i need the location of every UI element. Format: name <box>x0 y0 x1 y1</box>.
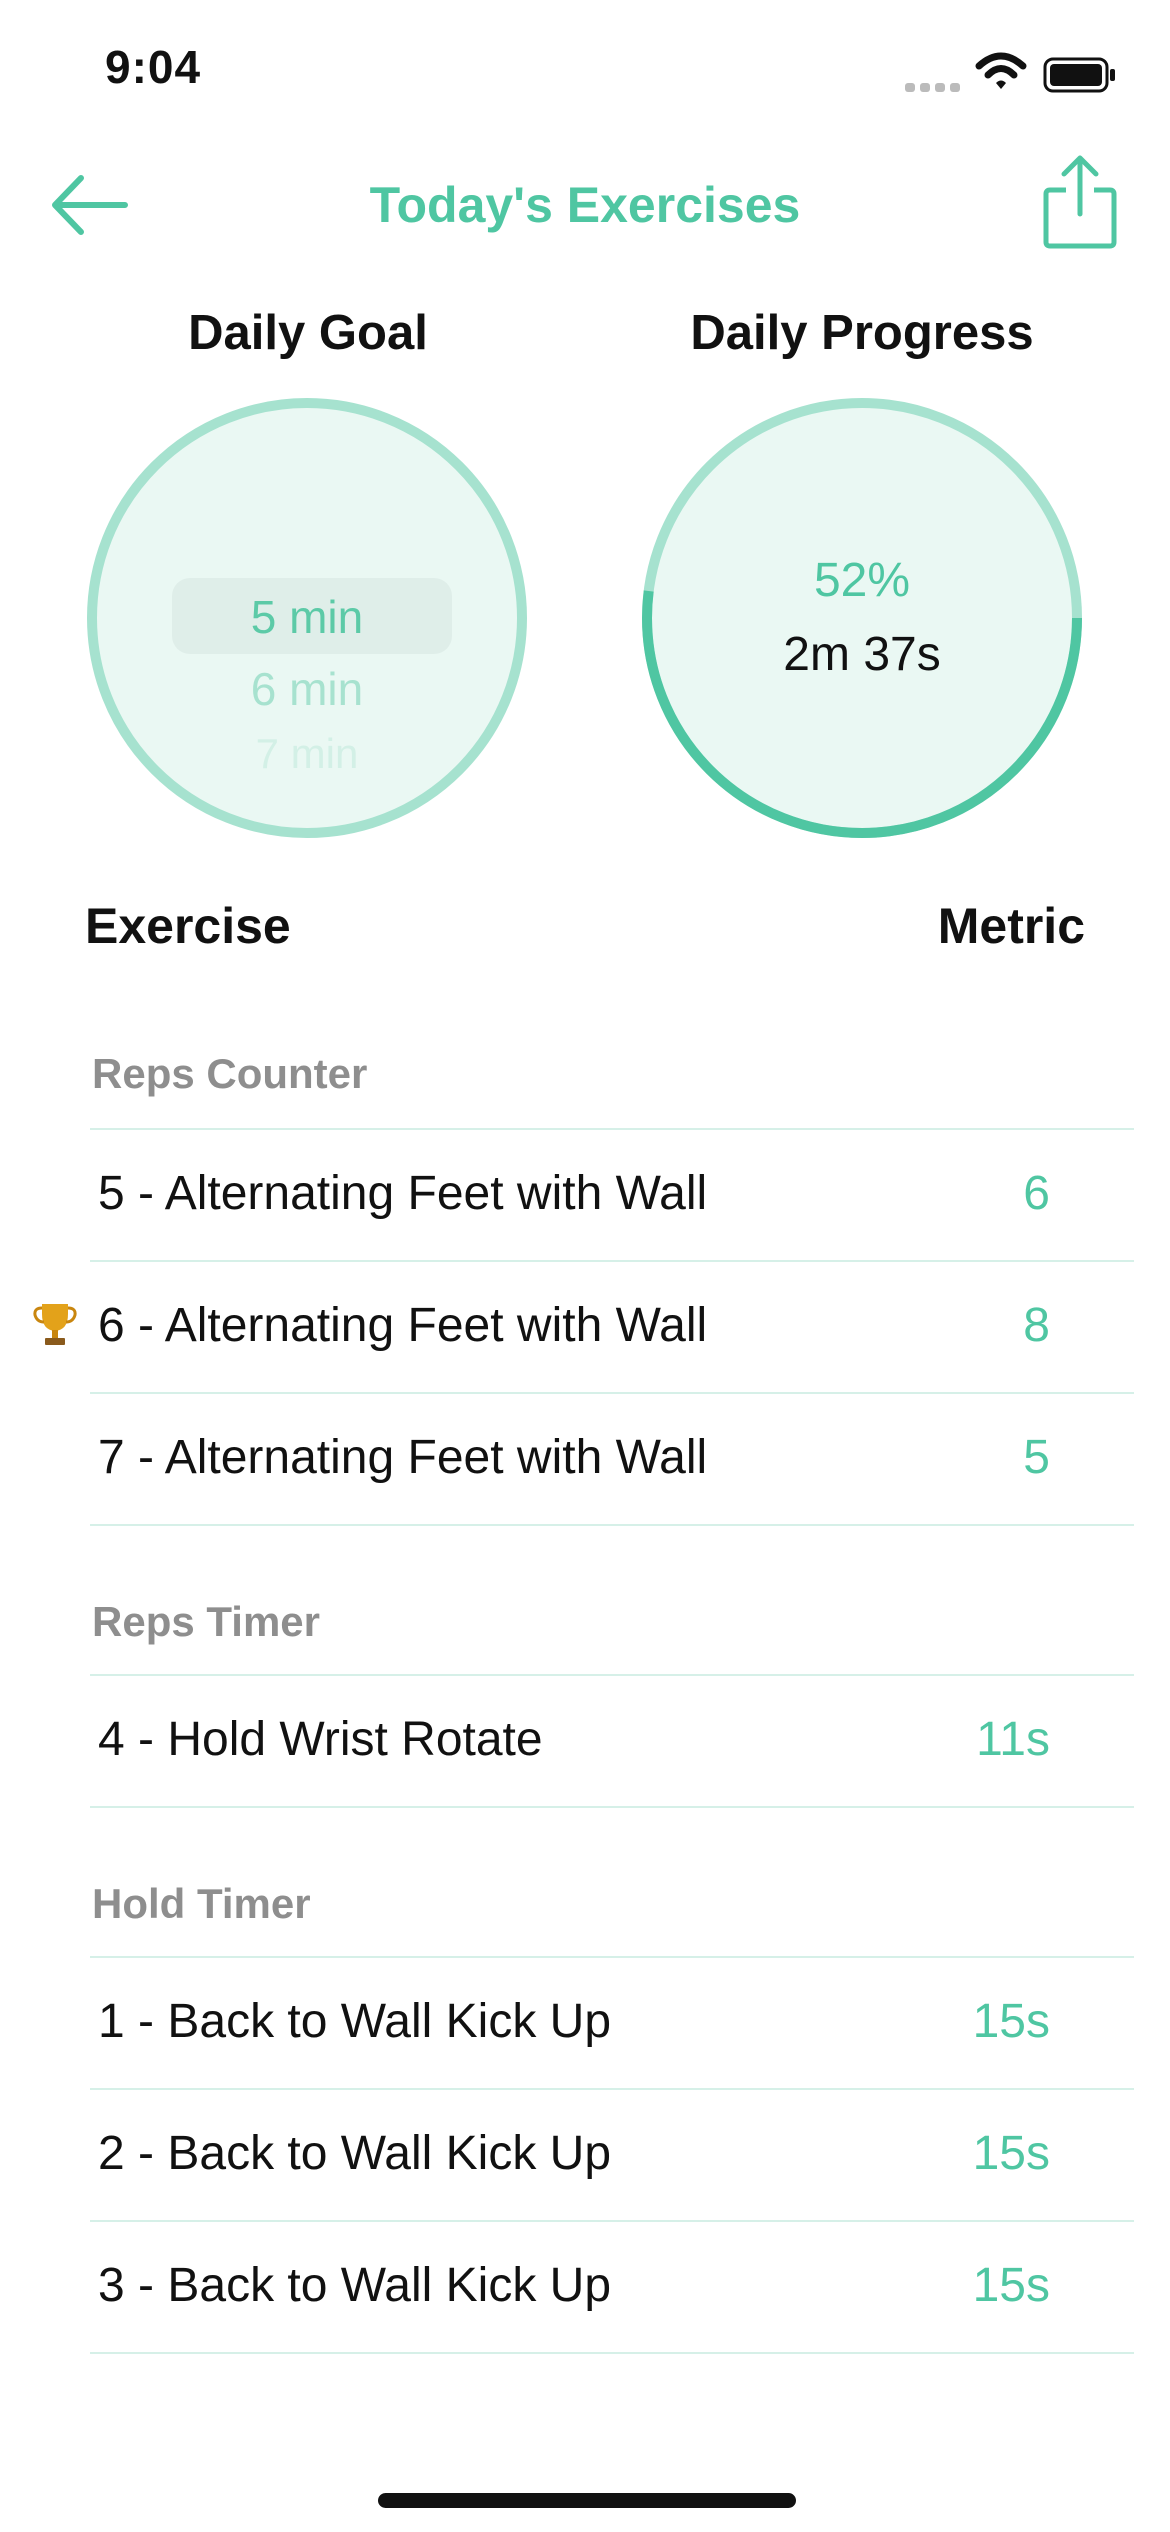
exercise-name: 1 - Back to Wall Kick Up <box>98 1995 612 2048</box>
exercise-name: 7 - Alternating Feet with Wall <box>98 1431 708 1484</box>
page-title: Today's Exercises <box>369 177 801 233</box>
exercise-metric: 6 <box>1023 1167 1050 1220</box>
signal-icon <box>905 83 960 92</box>
exercise-row[interactable]: 1 - Back to Wall Kick Up 15s <box>0 1958 1170 2090</box>
share-button[interactable] <box>1040 152 1120 252</box>
exercise-row[interactable]: 2 - Back to Wall Kick Up 15s <box>0 2090 1170 2222</box>
progress-time: 2m 37s <box>783 628 941 681</box>
divider <box>90 1524 1134 1526</box>
exercise-metric: 5 <box>1023 1431 1050 1484</box>
exercise-row[interactable]: 7 - Alternating Feet with Wall 5 <box>0 1394 1170 1526</box>
status-time: 9:04 <box>105 41 202 93</box>
exercise-name: 4 - Hold Wrist Rotate <box>98 1713 543 1766</box>
daily-progress-title: Daily Progress <box>690 306 1034 360</box>
exercise-row[interactable]: 3 - Back to Wall Kick Up 15s <box>0 2222 1170 2354</box>
picker-selected-value[interactable]: 5 min <box>97 590 517 644</box>
trophy-icon <box>33 1304 77 1345</box>
exercise-name: 6 - Alternating Feet with Wall <box>98 1299 708 1352</box>
share-icon <box>1043 155 1117 249</box>
exercise-row[interactable]: 5 - Alternating Feet with Wall 6 <box>0 1130 1170 1262</box>
picker-option[interactable]: 7 min <box>97 730 517 778</box>
section-title-hold-timer: Hold Timer <box>92 1880 311 1927</box>
section-title-reps-counter: Reps Counter <box>92 1050 368 1097</box>
picker-option[interactable]: 6 min <box>97 662 517 716</box>
progress-percent: 52% <box>813 554 911 607</box>
exercise-name: 2 - Back to Wall Kick Up <box>98 2127 612 2180</box>
wifi-icon <box>975 52 1027 89</box>
exercise-metric: 15s <box>972 2259 1050 2312</box>
exercise-row[interactable]: 4 - Hold Wrist Rotate 11s <box>0 1676 1170 1808</box>
exercise-name: 3 - Back to Wall Kick Up <box>98 2259 612 2312</box>
section-title-reps-timer: Reps Timer <box>92 1598 320 1645</box>
daily-goal-title: Daily Goal <box>188 306 428 360</box>
daily-progress-ring <box>642 398 1082 838</box>
exercise-metric: 8 <box>1023 1299 1050 1352</box>
daily-goal-picker[interactable]: 5 min 6 min 7 min <box>87 398 527 838</box>
divider <box>90 2352 1134 2354</box>
exercise-metric: 15s <box>972 2127 1050 2180</box>
battery-icon <box>1043 57 1115 93</box>
exercise-metric: 15s <box>972 1995 1050 2048</box>
divider <box>90 1806 1134 1808</box>
exercise-metric: 11s <box>976 1713 1050 1766</box>
exercise-name: 5 - Alternating Feet with Wall <box>98 1167 708 1220</box>
home-indicator[interactable] <box>378 2493 796 2508</box>
exercise-column-header: Exercise <box>85 898 291 954</box>
metric-column-header: Metric <box>937 898 1085 954</box>
exercise-row[interactable]: 6 - Alternating Feet with Wall 8 <box>0 1262 1170 1394</box>
